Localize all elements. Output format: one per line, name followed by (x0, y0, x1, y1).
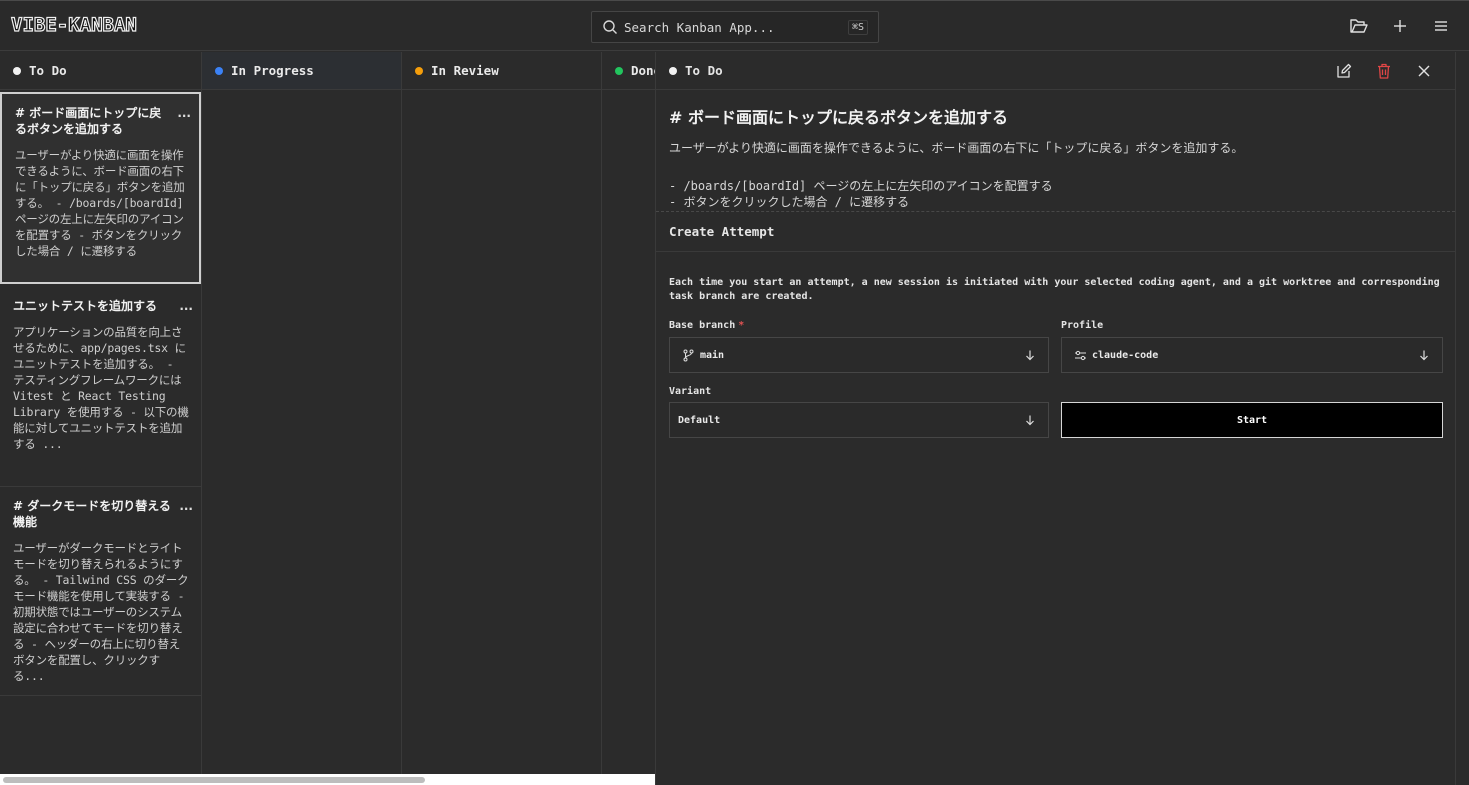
task-card[interactable]: # ボード画面にトップに戻るボタンを追加する ... ユーザーがより快適に画面を… (0, 92, 201, 284)
right-gutter (1455, 52, 1469, 785)
arrow-down-icon (1026, 350, 1034, 361)
search-box[interactable]: Search Kanban App... ⌘S (591, 11, 879, 43)
menu-icon[interactable] (1431, 16, 1451, 36)
task-bullet: - ボタンをクリックした場合 / に遷移する (669, 195, 910, 209)
edit-icon[interactable] (1335, 62, 1353, 80)
create-attempt-heading: Create Attempt (656, 212, 1455, 252)
column-label: Done (631, 63, 655, 78)
column-label: In Progress (231, 63, 314, 78)
column-header-todo: To Do (0, 52, 201, 90)
close-icon[interactable] (1415, 62, 1433, 80)
column-label: To Do (29, 63, 67, 78)
task-title: # ボード画面にトップに戻るボタンを追加する (669, 108, 1008, 127)
app-logo[interactable]: VIBE-KANBAN (10, 13, 137, 36)
column-header-done: Done (602, 52, 655, 90)
column-header-in-review: In Review (402, 52, 601, 90)
start-button[interactable]: Start (1061, 402, 1443, 438)
scrollbar-thumb[interactable] (3, 777, 425, 783)
folder-open-icon[interactable] (1349, 16, 1369, 36)
task-card[interactable]: ユニットテストを追加する ... アプリケーションの品質を向上させるために、ap… (0, 287, 201, 487)
trash-icon[interactable] (1375, 62, 1393, 80)
profile-select[interactable]: claude-code (1061, 337, 1443, 373)
base-branch-value: main (700, 349, 725, 361)
status-dot (13, 66, 21, 75)
search-icon (603, 20, 617, 34)
panel-status: To Do (685, 63, 723, 78)
task-bullet: - /boards/[boardId] ページの左上に左矢印のアイコンを配置する (669, 179, 1053, 193)
settings-sliders-icon (1075, 350, 1086, 360)
column-in-review: In Review (402, 52, 602, 774)
task-card-title: # ダークモードを切り替える機能 ... (13, 499, 193, 529)
column-header-in-progress: In Progress (202, 52, 401, 90)
task-card-title: # ボード画面にトップに戻るボタンを追加する ... (15, 106, 191, 136)
arrow-down-icon (1420, 350, 1428, 361)
task-text: ユーザーがより快適に画面を操作できるように、ボード画面の右下に「トップに戻る」ボ… (669, 141, 1244, 155)
profile-value: claude-code (1092, 349, 1159, 361)
kanban-board: To Do In Progress In Review Done # ボード画面… (0, 52, 655, 774)
status-dot (615, 66, 623, 75)
task-card-description: ユーザーがダークモードとライトモードを切り替えられるようにする。 - Tailw… (13, 541, 189, 683)
plus-icon[interactable] (1390, 16, 1410, 36)
attempt-info-text: Each time you start an attempt, a new se… (669, 277, 1440, 302)
arrow-down-icon (1026, 415, 1034, 426)
task-card-title: ユニットテストを追加する ... (13, 299, 193, 313)
column-label: In Review (431, 63, 499, 78)
more-options-icon[interactable]: ... (179, 298, 193, 314)
variant-select[interactable]: Default (669, 402, 1049, 438)
task-card[interactable]: # ダークモードを切り替える機能 ... ユーザーがダークモードとライトモードを… (0, 487, 201, 696)
status-dot (415, 66, 423, 75)
status-dot (669, 66, 677, 75)
top-bar: VIBE-KANBAN Search Kanban App... ⌘S (0, 0, 1469, 51)
task-detail-panel: To Do # ボード画面にトップに戻るボタンを追加する ユーザーがより快適に画… (655, 52, 1455, 785)
more-options-icon[interactable]: ... (177, 105, 191, 121)
git-branch-icon (683, 349, 694, 361)
variant-label: Variant (669, 386, 712, 397)
search-shortcut-badge: ⌘S (847, 19, 868, 35)
column-done: Done (602, 52, 655, 774)
column-in-progress: In Progress (202, 52, 402, 774)
required-marker: * (738, 320, 745, 331)
base-branch-select[interactable]: main (669, 337, 1049, 373)
status-dot (215, 66, 223, 75)
task-card-description: ユーザーがより快適に画面を操作できるように、ボード画面の右下に「トップに戻る」ボ… (15, 148, 185, 258)
base-branch-label: Base branch * (669, 320, 745, 331)
variant-value: Default (678, 414, 721, 426)
search-input[interactable]: Search Kanban App... (624, 20, 848, 35)
profile-label: Profile (1061, 320, 1104, 331)
task-description-section: # ボード画面にトップに戻るボタンを追加する ユーザーがより快適に画面を操作でき… (656, 90, 1455, 212)
task-bullet-list: - /boards/[boardId] ページの左上に左矢印のアイコンを配置する… (669, 178, 1443, 210)
more-options-icon[interactable]: ... (179, 498, 193, 514)
task-card-description: アプリケーションの品質を向上させるために、app/pages.tsx にユニット… (13, 325, 189, 451)
